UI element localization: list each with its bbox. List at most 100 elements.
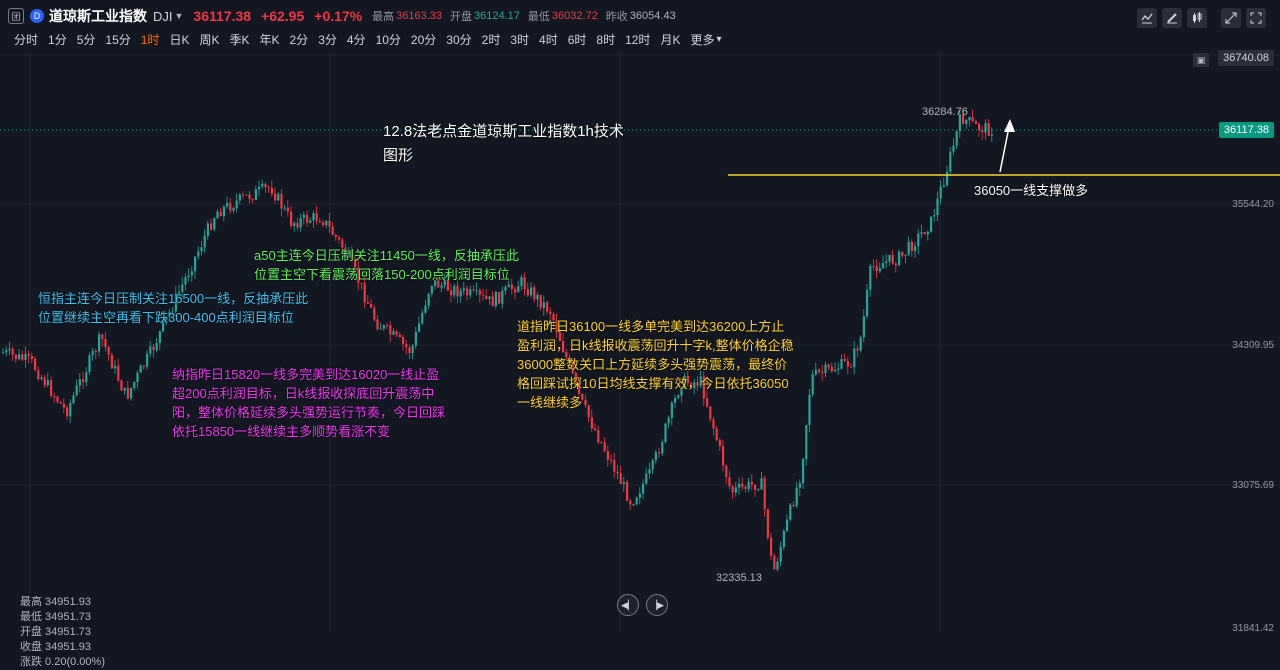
candle-body <box>274 193 277 201</box>
interval-tab[interactable]: 年K <box>259 31 279 48</box>
nasdaq-annotation: 纳指昨日15820一线多完美到达16020一线止盈 超200点利润目标，日k线报… <box>172 367 446 439</box>
candle-body <box>245 194 248 196</box>
scroll-back-button[interactable]: ◀▏ <box>617 594 639 616</box>
candle-body <box>82 379 85 383</box>
draw-icon[interactable] <box>1162 8 1182 28</box>
candle-body <box>920 232 923 234</box>
candle-body <box>94 351 97 353</box>
candle-body <box>462 288 465 291</box>
candle-body <box>405 343 408 348</box>
interval-tab[interactable]: 分时 <box>14 31 38 48</box>
interval-tab[interactable]: 4时 <box>539 31 558 48</box>
symbol-logo-icon: D <box>30 9 44 23</box>
axis-price-level: 33075.69 <box>1232 480 1274 491</box>
candle-body <box>69 402 72 417</box>
interval-tab[interactable]: 1时 <box>141 31 160 48</box>
symbol-bar: 团 D 道琼斯工业指数 DJI ▼ 36117.38 +62.95 +0.17%… <box>8 6 684 26</box>
interval-tab[interactable]: 1分 <box>48 31 67 48</box>
interval-tab[interactable]: 10分 <box>376 31 401 48</box>
interval-tab[interactable]: 4分 <box>347 31 366 48</box>
interval-tab[interactable]: 月K <box>660 31 680 48</box>
candle-body <box>152 346 155 351</box>
candle-body <box>974 121 977 125</box>
candle-body <box>334 234 337 238</box>
interval-tab[interactable]: 30分 <box>446 31 471 48</box>
candle-body <box>267 187 270 189</box>
lock-icon[interactable]: 团 <box>8 8 24 24</box>
candle-body <box>664 423 667 443</box>
candle-body <box>98 334 101 352</box>
interval-tab[interactable]: 季K <box>229 31 249 48</box>
candle-type-icon[interactable] <box>1187 8 1207 28</box>
candle-body <box>514 289 517 293</box>
candle-body <box>392 331 395 335</box>
candle-body <box>971 117 974 122</box>
interval-tab[interactable]: 6时 <box>568 31 587 48</box>
candle-body <box>43 377 46 386</box>
candle-body <box>130 387 133 399</box>
candle-body <box>104 339 107 347</box>
interval-tab[interactable]: 2时 <box>482 31 501 48</box>
interval-tab[interactable]: 3时 <box>510 31 529 48</box>
candle-body <box>18 354 21 360</box>
candle-body <box>75 385 78 396</box>
screenshot-icon[interactable]: ▣ <box>1193 53 1209 67</box>
interval-tab[interactable]: 日K <box>169 31 189 48</box>
low-value: 36032.72 <box>551 10 598 22</box>
candle-body <box>965 119 968 125</box>
candle-body <box>101 334 104 340</box>
interval-tab[interactable]: 周K <box>199 31 219 48</box>
candle-body <box>187 275 190 278</box>
indicator-icon[interactable] <box>1137 8 1157 28</box>
chevron-down-icon[interactable]: ▼ <box>175 11 184 21</box>
fullscreen-icon[interactable] <box>1246 8 1266 28</box>
candle-body <box>923 232 926 235</box>
interval-tab[interactable]: 3分 <box>318 31 337 48</box>
candle-body <box>424 305 427 313</box>
scroll-forward-button[interactable]: ▕▶ <box>646 594 668 616</box>
open-label: 开盘 <box>450 11 473 23</box>
interval-tab[interactable]: 5分 <box>77 31 96 48</box>
low-label: 最低 <box>527 11 550 23</box>
candle-body <box>200 247 203 252</box>
candle-body <box>11 348 14 355</box>
candle-body <box>894 263 897 266</box>
candle-body <box>277 193 280 201</box>
candle-body <box>414 331 417 346</box>
symbol-name[interactable]: 道琼斯工业指数 <box>49 6 147 26</box>
interval-tab[interactable]: 8时 <box>596 31 615 48</box>
candle-body <box>725 465 728 478</box>
candle-body <box>990 134 993 136</box>
ohlc-high: 最高 34951.93 <box>20 596 91 608</box>
interval-tab[interactable]: 2分 <box>290 31 309 48</box>
candle-body <box>232 207 235 211</box>
candle-body <box>382 325 385 329</box>
interval-tab[interactable]: 20分 <box>411 31 436 48</box>
candle-body <box>648 469 651 474</box>
expand-icon[interactable] <box>1221 8 1241 28</box>
candle-body <box>453 285 456 296</box>
price-chart[interactable]: ▣ 36740.08 36117.38 35544.20 34309.95 33… <box>0 50 1280 668</box>
candle-body <box>418 323 421 332</box>
candle-body <box>494 292 497 307</box>
candle-body <box>910 241 913 252</box>
candle-body <box>984 123 987 133</box>
candle-body <box>869 265 872 290</box>
symbol-code[interactable]: DJI <box>153 9 173 24</box>
interval-tab[interactable]: 15分 <box>105 31 130 48</box>
interval-more-menu[interactable]: 更多 <box>690 31 714 48</box>
candle-body <box>792 504 795 507</box>
candle-body <box>213 218 216 230</box>
candle-body <box>549 311 552 315</box>
candle-body <box>805 425 808 459</box>
candle-body <box>635 497 638 505</box>
up-arrow <box>999 126 1010 173</box>
chevron-down-icon[interactable]: ▾ <box>716 34 721 45</box>
up-arrow-head <box>1004 119 1015 132</box>
candle-body <box>776 561 779 570</box>
candle-body <box>248 194 251 200</box>
candle-body <box>520 277 523 287</box>
candle-body <box>450 290 453 296</box>
interval-tab[interactable]: 12时 <box>625 31 650 48</box>
candle-body <box>878 268 881 272</box>
